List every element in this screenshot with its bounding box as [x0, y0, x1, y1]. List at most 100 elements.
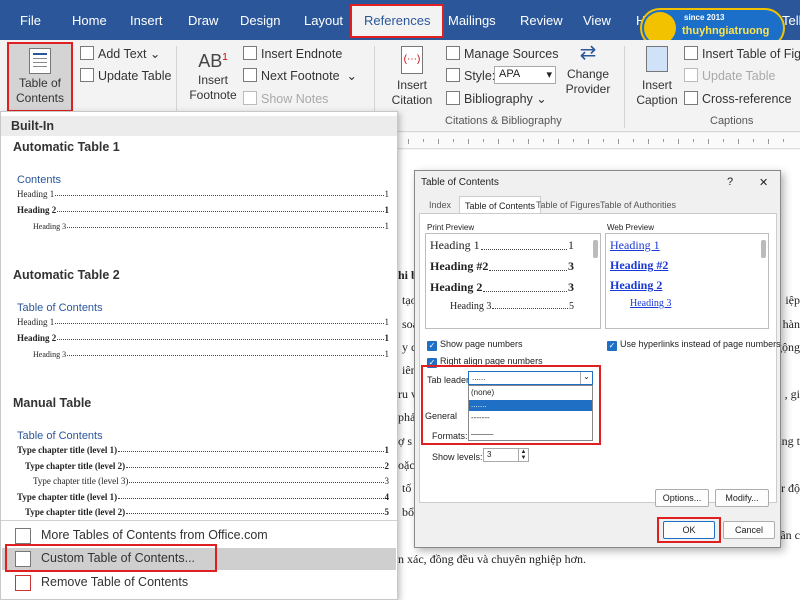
tab-insert[interactable]: Insert: [130, 13, 163, 28]
custom-toc-icon: [15, 551, 31, 567]
table-of-figures-icon: [684, 46, 698, 60]
toc-line-label: Type chapter title (level 2): [25, 460, 126, 471]
insert-citation-button[interactable]: (⋯) Insert Citation: [384, 46, 440, 108]
general-label: General: [425, 411, 458, 421]
tab-leader-select[interactable]: ...... ⌄: [468, 371, 593, 385]
tab-design[interactable]: Design: [240, 13, 280, 28]
automatic-table-1-option[interactable]: Automatic Table 1 Contents Heading 1 1 Hea…: [1, 134, 397, 262]
leader-option-underline[interactable]: _____: [471, 426, 493, 435]
toc-line-number: 1: [384, 349, 390, 359]
preview-number: 3: [568, 259, 574, 273]
tab-layout[interactable]: Layout: [304, 13, 343, 28]
close-icon[interactable]: ✕: [759, 176, 768, 189]
tab-index[interactable]: Index: [429, 200, 451, 210]
ruler-tick: [693, 139, 694, 142]
toc-line-label: Type chapter title (level 1): [17, 491, 118, 502]
show-page-numbers-checkbox[interactable]: ✓ Show page numbers: [427, 339, 523, 351]
toc-preview-line: Type chapter title (level 1) 4: [17, 492, 389, 502]
update-table-button[interactable]: Update Table: [80, 68, 171, 83]
update-table-captions-button[interactable]: Update Table: [684, 68, 775, 83]
insert-caption-button[interactable]: Insert Caption: [630, 46, 684, 108]
group-label-citations: Citations & Bibliography: [445, 115, 562, 127]
horizontal-ruler[interactable]: [398, 133, 800, 149]
insert-endnote-button[interactable]: Insert Endnote: [243, 46, 342, 61]
cross-reference-icon: [684, 91, 698, 105]
preview-scrollbar[interactable]: [761, 240, 766, 258]
show-notes-button[interactable]: Show Notes: [243, 91, 328, 106]
manual-table-option[interactable]: Manual Table Table of Contents Type chap…: [1, 390, 397, 520]
tab-view[interactable]: View: [583, 13, 611, 28]
chevron-down-icon: ▾: [546, 69, 552, 81]
insert-footnote-button[interactable]: AB1 Insert Footnote: [185, 50, 241, 103]
ribbon-separator: [624, 46, 625, 128]
modify-button[interactable]: Modify...: [715, 489, 769, 507]
document-text-line: ần c: [780, 528, 800, 542]
manage-sources-button[interactable]: Manage Sources: [446, 46, 559, 61]
tab-leader-options-list: (none) ....... ------- _____: [468, 385, 593, 441]
more-tables-menu-item[interactable]: More Tables of Contents from Office.com: [41, 528, 268, 542]
toc-line-number: 1: [384, 445, 390, 455]
remove-toc-menu-item[interactable]: Remove Table of Contents: [41, 575, 188, 589]
tab-leader-label: Tab leader:: [427, 375, 472, 385]
stepper-arrows-icon: ▲ ▼: [518, 449, 528, 461]
toc-leader-dots: [67, 227, 384, 228]
preview-leader-dots: [483, 291, 567, 292]
ruler-tick: [603, 139, 604, 142]
tab-draw[interactable]: Draw: [188, 13, 218, 28]
tab-review[interactable]: Review: [520, 13, 563, 28]
toc-button-label: Table of Contents: [15, 76, 65, 105]
custom-toc-menu-item[interactable]: Custom Table of Contents...: [41, 551, 195, 565]
leader-option-dots[interactable]: .......: [469, 400, 592, 411]
toc-leader-dots: [57, 211, 384, 212]
toc-line-label: Heading 1: [17, 317, 55, 327]
next-footnote-button[interactable]: Next Footnote ⌄: [243, 68, 357, 83]
help-button[interactable]: ?: [727, 176, 733, 188]
tab-home[interactable]: Home: [72, 13, 107, 28]
update-table-icon: [80, 68, 94, 82]
change-provider-button[interactable]: ⇄ Change Provider: [560, 42, 616, 97]
use-hyperlinks-checkbox[interactable]: ✓ Use hyperlinks instead of page numbers: [607, 339, 781, 351]
toc-preview-line: Heading 2 1: [17, 333, 389, 343]
preview-number: 1: [568, 238, 574, 252]
print-preview-line: Heading 2 3: [430, 280, 574, 295]
preview-leader-dots: [480, 249, 567, 250]
ruler-tick: [708, 139, 709, 144]
document-text-line: hàn: [782, 317, 800, 331]
show-levels-stepper[interactable]: 3 ▲ ▼: [483, 448, 529, 462]
leader-option-dashes[interactable]: -------: [471, 413, 490, 422]
ruler-tick: [438, 139, 439, 144]
endnote-icon: [243, 46, 257, 60]
toc-preview-line: Type chapter title (level 1) 1: [17, 445, 389, 455]
tab-file[interactable]: File: [20, 13, 41, 28]
toc-preview-line: Type chapter title (level 2) 2: [25, 461, 389, 471]
toc-dialog: Table of Contents ? ✕ Index Table of Con…: [414, 170, 781, 548]
toc-line-number: 3: [384, 476, 390, 486]
toc-gallery-dropdown: Built-In Automatic Table 1 Contents Head…: [0, 111, 398, 600]
cross-reference-button[interactable]: Cross-reference: [684, 91, 792, 106]
swap-arrows-icon: ⇄: [579, 42, 597, 64]
ok-button[interactable]: OK: [663, 521, 715, 539]
preview-number: 3: [568, 280, 574, 294]
add-text-button[interactable]: Add Text ⌄: [80, 46, 160, 61]
style-select[interactable]: APA ▾: [494, 66, 556, 84]
automatic-table-2-option[interactable]: Automatic Table 2 Table of Contents Head…: [1, 262, 397, 390]
bibliography-button[interactable]: Bibliography ⌄: [446, 91, 547, 106]
table-of-contents-button[interactable]: Table of Contents: [7, 42, 73, 112]
insert-table-of-figures-button[interactable]: Insert Table of Figu: [684, 46, 800, 61]
preview-scrollbar[interactable]: [593, 240, 598, 258]
tab-mailings[interactable]: Mailings: [448, 13, 496, 28]
document-text-line: , gi: [784, 387, 800, 401]
tab-table-of-authorities[interactable]: Table of Authorities: [600, 200, 676, 210]
toc-line-number: 2: [384, 460, 390, 471]
toc-leader-dots: [55, 195, 384, 196]
tab-table-of-figures[interactable]: Table of Figures: [536, 200, 600, 210]
footnote-icon: AB1: [198, 51, 228, 71]
document-text-line: phả: [398, 410, 416, 424]
leader-option-none[interactable]: (none): [471, 388, 494, 397]
tab-references[interactable]: References: [349, 4, 445, 38]
options-button[interactable]: Options...: [655, 489, 709, 507]
dialog-title: Table of Contents: [421, 177, 499, 188]
cancel-button[interactable]: Cancel: [723, 521, 775, 539]
right-align-checkbox[interactable]: ✓ Right align page numbers: [427, 356, 543, 368]
ruler-tick: [528, 139, 529, 144]
